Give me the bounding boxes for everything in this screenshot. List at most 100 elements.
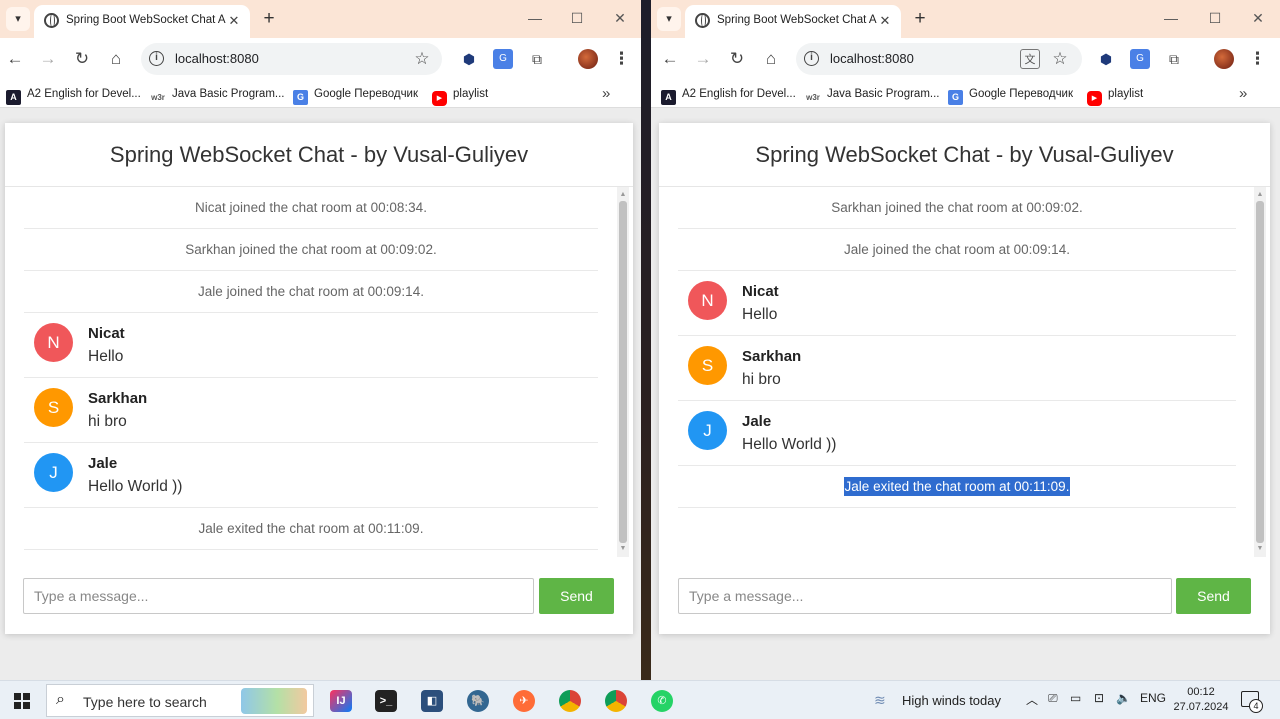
- minimize-button[interactable]: —: [520, 7, 550, 29]
- close-window-button[interactable]: ✕: [605, 7, 635, 29]
- page-title: Spring WebSocket Chat - by Vusal-Guliyev: [755, 142, 1174, 167]
- new-tab-button[interactable]: +: [909, 8, 931, 30]
- meet-now-icon[interactable]: ⎚: [1048, 691, 1058, 706]
- profile-avatar[interactable]: [1214, 49, 1234, 69]
- forward-button[interactable]: →: [691, 47, 715, 71]
- scroll-down-arrow-icon[interactable]: ▼: [1254, 543, 1266, 555]
- browser-tab[interactable]: Spring Boot WebSocket Chat Ap ✕: [685, 5, 901, 38]
- windows-taskbar: ⌕ Type here to search IJ >_ ◧ 🐘 ✈ ✆ ≋ Hig…: [0, 680, 1280, 719]
- taskbar-app-postgres[interactable]: 🐘: [457, 685, 497, 719]
- send-button[interactable]: Send: [1176, 578, 1251, 614]
- more-bookmarks-icon[interactable]: »: [1239, 85, 1247, 102]
- scroll-up-arrow-icon[interactable]: ▲: [1254, 189, 1266, 201]
- menu-icon[interactable]: ⋮: [613, 47, 630, 71]
- event-message: Jale joined the chat room at 00:09:14.: [24, 271, 598, 313]
- message-area[interactable]: Nicat joined the chat room at 00:08:34. …: [5, 187, 633, 557]
- close-window-button[interactable]: ✕: [1243, 7, 1273, 29]
- taskbar-app-postman[interactable]: ✈: [503, 685, 543, 719]
- scroll-down-arrow-icon[interactable]: ▼: [617, 543, 629, 555]
- taskbar-app-chrome-profile[interactable]: [595, 685, 635, 719]
- bookmark-playlist[interactable]: ▶ playlist: [432, 86, 488, 106]
- taskbar-search[interactable]: ⌕ Type here to search: [46, 684, 314, 717]
- event-message: Jale exited the chat room at 00:11:09.: [24, 508, 598, 550]
- chrome-icon: [605, 690, 627, 712]
- extension-shield-icon[interactable]: ⬢: [1096, 49, 1116, 69]
- back-button[interactable]: ←: [658, 47, 682, 71]
- scrollbar-thumb[interactable]: [1256, 201, 1264, 543]
- network-icon[interactable]: ⊡: [1094, 691, 1104, 705]
- more-bookmarks-icon[interactable]: »: [602, 85, 610, 102]
- star-icon[interactable]: ☆: [411, 48, 433, 70]
- bookmark-google-translate[interactable]: G Google Переводчик: [293, 86, 418, 105]
- translate-icon: G: [293, 90, 308, 105]
- extension-shield-icon[interactable]: ⬢: [459, 49, 479, 69]
- home-button[interactable]: ⌂: [104, 47, 128, 71]
- menu-icon[interactable]: ⋮: [1249, 47, 1266, 71]
- minimize-button[interactable]: —: [1156, 7, 1186, 29]
- url-text: localhost:8080: [175, 51, 259, 66]
- taskbar-app-whatsapp[interactable]: ✆: [641, 685, 681, 719]
- scrollbar[interactable]: ▲ ▼: [617, 187, 629, 557]
- address-bar[interactable]: i localhost:8080 文 ☆: [796, 43, 1082, 75]
- browser-tab[interactable]: Spring Boot WebSocket Chat Ap ✕: [34, 5, 250, 38]
- forward-button[interactable]: →: [36, 47, 60, 71]
- postman-icon: ✈: [513, 690, 535, 712]
- browser-toolbar: ← → ↻ ⌂ i localhost:8080 ☆ ⬢ G ⧉ ⋮: [0, 38, 641, 80]
- scrollbar[interactable]: ▲ ▼: [1254, 187, 1266, 557]
- language-indicator[interactable]: ENG: [1140, 691, 1166, 705]
- puzzle-icon[interactable]: ⧉: [527, 49, 547, 69]
- search-placeholder: Type here to search: [83, 694, 207, 710]
- back-button[interactable]: ←: [3, 47, 27, 71]
- close-icon[interactable]: ✕: [877, 13, 893, 29]
- scrollbar-thumb[interactable]: [619, 201, 627, 543]
- bookmark-a2-english[interactable]: A A2 English for Devel...: [661, 86, 796, 105]
- star-icon[interactable]: ☆: [1049, 48, 1071, 70]
- bookmark-google-translate[interactable]: G Google Переводчик: [948, 86, 1073, 105]
- weather-widget[interactable]: ≋ High winds today: [874, 692, 1001, 709]
- chat-message: S Sarkhan hi bro: [24, 378, 598, 443]
- chevron-up-icon[interactable]: ︿: [1026, 691, 1038, 708]
- a2-logo-icon: A: [661, 90, 676, 105]
- close-icon[interactable]: ✕: [226, 13, 242, 29]
- bookmark-java-basic[interactable]: w3r Java Basic Program...: [805, 86, 939, 104]
- address-bar[interactable]: i localhost:8080 ☆: [141, 43, 442, 75]
- clock[interactable]: 00:12 27.07.2024: [1170, 685, 1232, 715]
- tab-search-button[interactable]: ▾: [6, 7, 30, 31]
- info-icon[interactable]: i: [149, 51, 164, 66]
- maximize-button[interactable]: ☐: [1200, 7, 1230, 29]
- taskbar-app-ssms[interactable]: ◧: [411, 685, 451, 719]
- new-tab-button[interactable]: +: [258, 8, 280, 30]
- battery-icon[interactable]: ▭: [1070, 691, 1081, 705]
- scroll-up-arrow-icon[interactable]: ▲: [617, 189, 629, 201]
- avatar: J: [688, 411, 727, 450]
- puzzle-icon[interactable]: ⧉: [1164, 49, 1184, 69]
- browser-window-right: ▾ Spring Boot WebSocket Chat Ap ✕ + — ☐ …: [651, 0, 1280, 680]
- profile-avatar[interactable]: [578, 49, 598, 69]
- bookmark-playlist[interactable]: ▶ playlist: [1087, 86, 1143, 106]
- message-input[interactable]: Type a message...: [678, 578, 1172, 614]
- reload-button[interactable]: ↻: [70, 47, 94, 71]
- volume-icon[interactable]: 🔈: [1116, 691, 1131, 705]
- maximize-button[interactable]: ☐: [562, 7, 592, 29]
- message-area[interactable]: Sarkhan joined the chat room at 00:09:02…: [659, 187, 1270, 557]
- taskbar-app-terminal[interactable]: >_: [365, 685, 405, 719]
- youtube-icon: ▶: [432, 91, 447, 106]
- translate-extension-icon[interactable]: G: [1130, 49, 1150, 69]
- info-icon[interactable]: i: [804, 51, 819, 66]
- home-button[interactable]: ⌂: [759, 47, 783, 71]
- tab-search-button[interactable]: ▾: [657, 7, 681, 31]
- translate-page-icon[interactable]: 文: [1020, 49, 1040, 69]
- message-input[interactable]: Type a message...: [23, 578, 534, 614]
- taskbar-app-chrome[interactable]: [549, 685, 589, 719]
- chat-message: N Nicat Hello: [678, 271, 1236, 336]
- bookmark-java-basic[interactable]: w3r Java Basic Program...: [150, 86, 284, 104]
- reload-button[interactable]: ↻: [725, 47, 749, 71]
- bookmark-a2-english[interactable]: A A2 English for Devel...: [6, 86, 141, 105]
- translate-extension-icon[interactable]: G: [493, 49, 513, 69]
- send-button[interactable]: Send: [539, 578, 614, 614]
- search-icon: ⌕: [56, 691, 65, 708]
- windows-start-icon[interactable]: [14, 693, 30, 709]
- chat-panel: Spring WebSocket Chat - by Vusal-Guliyev…: [659, 123, 1270, 634]
- taskbar-app-intellij[interactable]: IJ: [320, 685, 360, 719]
- wind-icon: ≋: [874, 692, 886, 708]
